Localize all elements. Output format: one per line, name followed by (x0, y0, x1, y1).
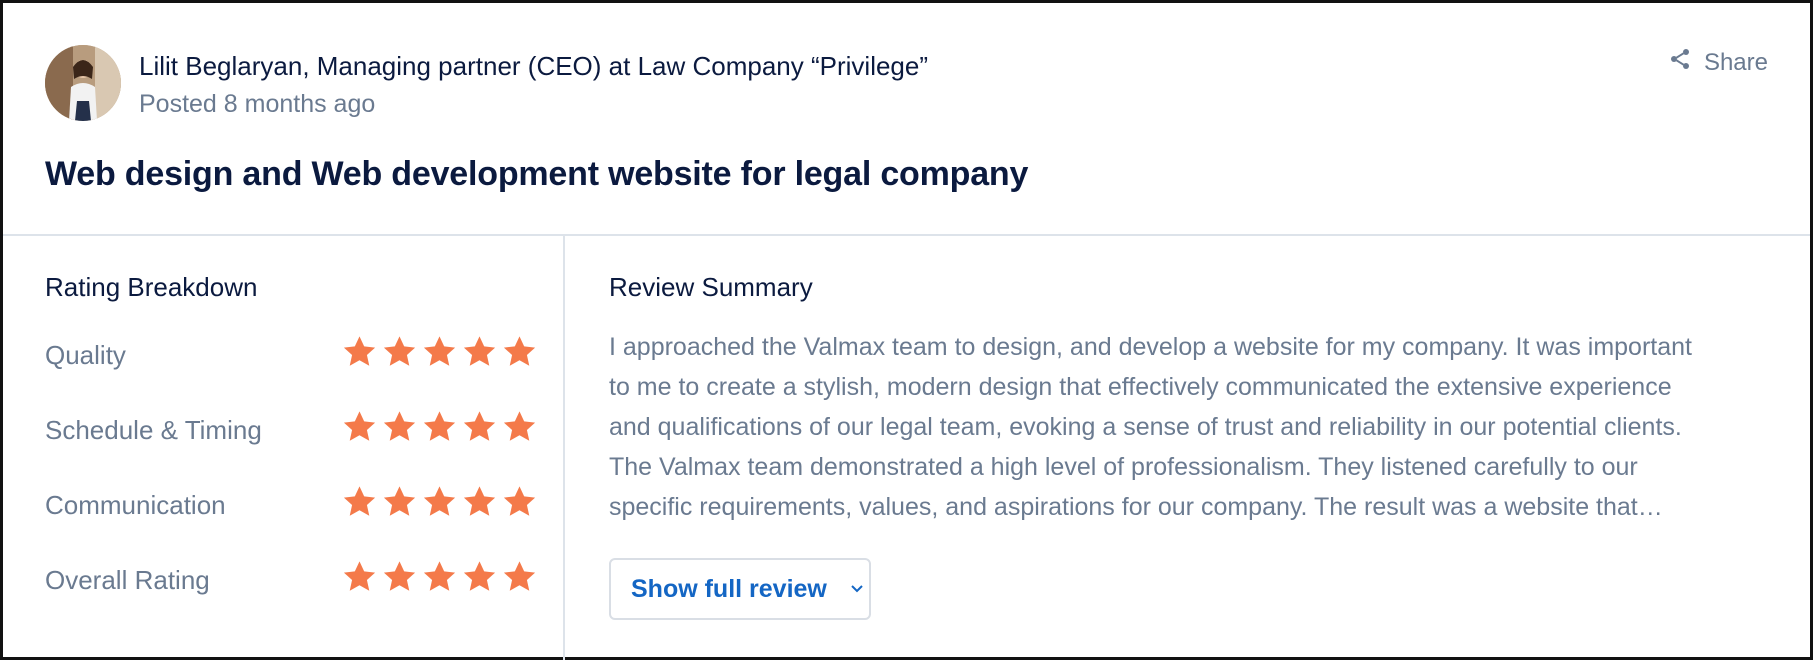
rating-label: Quality (45, 340, 126, 370)
author-name: Lilit Beglaryan, Managing partner (CEO) … (139, 51, 929, 81)
rating-label: Schedule & Timing (45, 415, 262, 445)
review-summary-heading: Review Summary (609, 272, 813, 302)
posted-time: Posted 8 months ago (139, 90, 376, 118)
review-summary-text: I approached the Valmax team to design, … (609, 327, 1789, 527)
star-icon (382, 559, 417, 594)
share-icon (1668, 47, 1692, 78)
star-rating (342, 559, 537, 594)
review-card: Lilit Beglaryan, Managing partner (CEO) … (0, 0, 1813, 660)
star-icon (342, 484, 377, 519)
rating-breakdown-panel: Rating Breakdown Quality Schedule & Timi… (3, 236, 565, 660)
star-rating (342, 484, 537, 519)
rating-breakdown-heading: Rating Breakdown (45, 272, 258, 302)
star-icon (342, 559, 377, 594)
star-icon (342, 409, 377, 444)
review-title: Web design and Web development website f… (45, 155, 1029, 193)
star-rating (342, 409, 537, 444)
show-full-review-button[interactable]: Show full review (609, 558, 871, 620)
rating-label: Communication (45, 490, 226, 520)
rating-row-quality: Quality (45, 334, 537, 374)
star-icon (502, 334, 537, 369)
rating-row-communication: Communication (45, 484, 537, 524)
star-icon (462, 334, 497, 369)
star-icon (422, 409, 457, 444)
summary-line: to me to create a stylish, modern design… (609, 373, 1672, 401)
star-icon (502, 409, 537, 444)
review-summary-panel: Review Summary I approached the Valmax t… (567, 236, 1813, 660)
star-icon (502, 484, 537, 519)
star-icon (382, 484, 417, 519)
summary-line: I approached the Valmax team to design, … (609, 333, 1692, 361)
chevron-down-icon (849, 575, 865, 604)
summary-line: and qualifications of our legal team, ev… (609, 413, 1682, 441)
star-rating (342, 334, 537, 369)
show-full-review-label: Show full review (631, 574, 827, 603)
star-icon (462, 559, 497, 594)
star-icon (422, 559, 457, 594)
star-icon (502, 559, 537, 594)
star-icon (462, 409, 497, 444)
star-icon (382, 334, 417, 369)
share-label: Share (1703, 48, 1768, 76)
author-avatar (45, 45, 121, 121)
star-icon (422, 484, 457, 519)
avatar-image (45, 45, 121, 121)
rating-row-overall: Overall Rating (45, 559, 537, 599)
star-icon (342, 334, 377, 369)
star-icon (422, 334, 457, 369)
review-header: Lilit Beglaryan, Managing partner (CEO) … (3, 3, 1810, 236)
star-icon (462, 484, 497, 519)
star-icon (382, 409, 417, 444)
share-button[interactable]: Share (1668, 47, 1768, 78)
summary-line: The Valmax team demonstrated a high leve… (609, 453, 1638, 481)
rating-row-schedule: Schedule & Timing (45, 409, 537, 449)
rating-label: Overall Rating (45, 565, 210, 595)
summary-line: specific requirements, values, and aspir… (609, 493, 1663, 521)
